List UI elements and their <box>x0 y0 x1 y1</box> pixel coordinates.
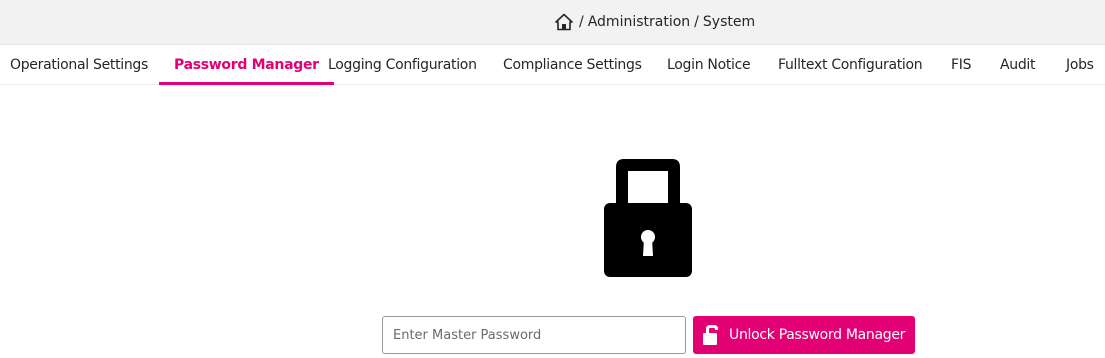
unlock-password-manager-button[interactable]: Unlock Password Manager <box>693 316 915 354</box>
tab-logging-configuration[interactable]: Logging Configuration <box>328 45 477 84</box>
tab-password-manager-label: Password Manager <box>174 57 319 73</box>
tab-compliance-settings[interactable]: Compliance Settings <box>503 45 642 84</box>
tab-fulltext-configuration[interactable]: Fulltext Configuration <box>778 45 923 84</box>
breadcrumb-separator: / <box>694 14 699 30</box>
tab-audit[interactable]: Audit <box>1000 45 1036 84</box>
master-password-input[interactable] <box>382 316 686 354</box>
breadcrumb: / Administration / System <box>555 13 755 31</box>
breadcrumb-item-administration[interactable]: Administration <box>588 14 690 30</box>
tab-fis[interactable]: FIS <box>951 45 971 84</box>
unlock-icon <box>703 324 721 346</box>
tab-login-notice[interactable]: Login Notice <box>667 45 751 84</box>
home-icon[interactable] <box>555 13 573 31</box>
active-tab-indicator <box>159 82 334 85</box>
tab-bar: Operational Settings Password Manager Lo… <box>0 45 1105 85</box>
breadcrumb-separator: / <box>579 14 584 30</box>
breadcrumb-bar: / Administration / System <box>0 0 1105 45</box>
tab-jobs[interactable]: Jobs <box>1066 45 1094 84</box>
tab-password-manager[interactable]: Password Manager <box>159 45 334 85</box>
tab-operational-settings[interactable]: Operational Settings <box>10 45 148 84</box>
unlock-button-label: Unlock Password Manager <box>729 327 906 343</box>
breadcrumb-item-system[interactable]: System <box>703 14 755 30</box>
lock-icon <box>600 157 696 279</box>
